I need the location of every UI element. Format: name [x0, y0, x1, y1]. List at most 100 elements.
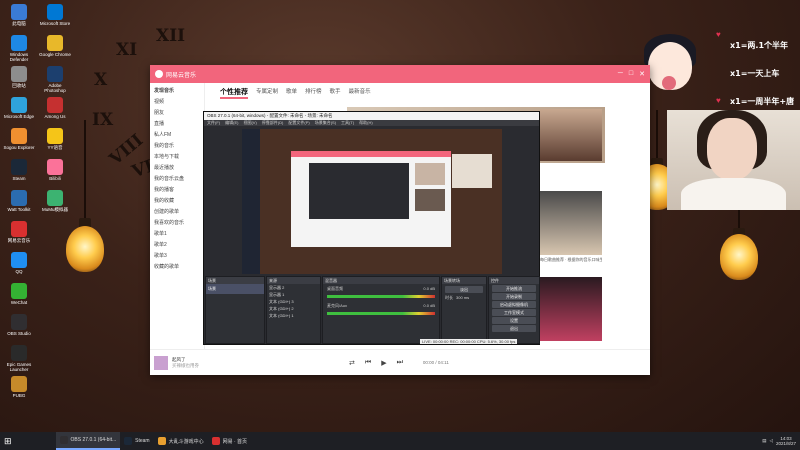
sidebar-item[interactable]: 歌单3	[154, 251, 204, 262]
playlist-cover[interactable]	[540, 191, 602, 255]
obs-menu-item[interactable]: 视图(V)	[243, 120, 256, 125]
sidebar-item[interactable]: 歌单1	[154, 229, 204, 240]
obs-control-button[interactable]: 启动虚拟摄像机	[492, 301, 536, 308]
network-icon[interactable]: ▤	[762, 438, 766, 444]
desktop-icon[interactable]: WeChat	[2, 283, 36, 305]
desktop-icon[interactable]: Microsoft Edge	[2, 97, 36, 119]
desktop-icon[interactable]: Bilibili	[38, 159, 72, 181]
minimize-icon[interactable]: ─	[618, 70, 623, 78]
obs-menu-item[interactable]: 停靠部件(D)	[262, 120, 284, 125]
obs-control-button[interactable]: 退出	[492, 325, 536, 332]
music-tab[interactable]: 歌单	[286, 87, 297, 99]
shuffle-icon[interactable]: ⇄	[349, 359, 355, 367]
playlist-caption: 每日歌曲推荐 · 根据你的音乐口味生成	[540, 257, 602, 262]
music-tab[interactable]: 歌手	[330, 87, 341, 99]
netease-logo-icon	[155, 70, 163, 78]
desktop-icon[interactable]: QQ	[2, 252, 36, 274]
obs-control-button[interactable]: 开始推流	[492, 285, 536, 292]
app-icon	[11, 159, 27, 175]
sidebar-item[interactable]: 我的收藏	[154, 196, 204, 207]
app-icon	[157, 437, 166, 445]
volume-icon[interactable]: ◁	[770, 438, 773, 444]
duration-input[interactable]: 300 ms	[456, 295, 469, 301]
app-icon	[11, 66, 27, 82]
obs-menu-item[interactable]: 帮助(H)	[359, 120, 373, 125]
start-button[interactable]: ⊞	[0, 432, 16, 450]
obs-menu-item[interactable]: 配置文件(P)	[288, 120, 309, 125]
scene-item[interactable]: 场景	[206, 284, 264, 294]
source-item[interactable]: 显示器 2	[267, 284, 320, 291]
desktop-icon[interactable]: Adobe Photoshop	[38, 66, 72, 93]
sidebar-item[interactable]: 发现音乐	[154, 86, 204, 97]
desktop-icon[interactable]: Windows Defender	[2, 35, 36, 62]
sidebar-item[interactable]: 收藏的歌单	[154, 262, 204, 273]
volume-slider[interactable]	[327, 295, 435, 298]
desktop-icon[interactable]: 回收站	[2, 66, 36, 88]
desktop-icon[interactable]: Watt Toolkit	[2, 190, 36, 212]
sidebar-item[interactable]: 直播	[154, 119, 204, 130]
sidebar-item[interactable]: 歌单2	[154, 240, 204, 251]
obs-menu-item[interactable]: 场景集合(S)	[315, 120, 336, 125]
desktop-icon[interactable]: Steam	[2, 159, 36, 181]
tray-date[interactable]: 2021/8/27	[776, 441, 796, 446]
desktop-icon[interactable]: 此电脑	[2, 4, 36, 26]
music-tab[interactable]: 个性推荐	[220, 87, 248, 99]
desktop-icon-label: 网易云音乐	[7, 238, 31, 243]
source-item[interactable]: 文本 (GDI+) 3	[267, 298, 320, 305]
volume-slider[interactable]	[327, 312, 435, 315]
next-icon[interactable]: ⏭	[397, 359, 403, 367]
transition-select[interactable]: 淡出	[445, 286, 483, 293]
desktop-icon[interactable]: Epic Games Launcher	[2, 345, 36, 372]
desktop-icon[interactable]: Sogou Explorer	[2, 128, 36, 150]
album-art[interactable]	[154, 355, 168, 370]
music-tab[interactable]: 最新音乐	[349, 87, 371, 99]
desktop-icon[interactable]: PUBG	[2, 376, 36, 398]
sidebar-item[interactable]: 朋友	[154, 108, 204, 119]
taskbar-item[interactable]: Steam	[120, 432, 153, 450]
sidebar-item[interactable]: 本地与下载	[154, 152, 204, 163]
obs-control-button[interactable]: 设置	[492, 317, 536, 324]
desktop-icon[interactable]: Google Chrome	[38, 35, 72, 57]
taskbar-item[interactable]: OBS 27.0.1 (64-bit...	[55, 432, 121, 450]
obs-control-button[interactable]: 工作室模式	[492, 309, 536, 316]
app-icon	[11, 376, 27, 392]
sidebar-item[interactable]: 创建的歌单	[154, 207, 204, 218]
music-tab[interactable]: 排行榜	[305, 87, 322, 99]
source-item[interactable]: 显示器 1	[267, 291, 320, 298]
app-icon	[124, 437, 133, 445]
playlist-cover[interactable]	[540, 277, 602, 341]
desktop-icon[interactable]: Microsoft Store	[38, 4, 72, 26]
obs-control-button[interactable]: 开始录制	[492, 293, 536, 300]
desktop-icon[interactable]: 网易云音乐	[2, 221, 36, 243]
previous-icon[interactable]: ⏮	[365, 359, 371, 367]
music-tab[interactable]: 专属定制	[256, 87, 278, 99]
obs-menu-item[interactable]: 文件(F)	[207, 120, 220, 125]
taskbar-item[interactable]: 大乱斗游戏中心	[154, 432, 208, 450]
source-item[interactable]: 文本 (GDI+) 1	[267, 312, 320, 319]
sidebar-item[interactable]: 我的播客	[154, 185, 204, 196]
desktop-icon[interactable]: YY语音	[38, 128, 72, 150]
sidebar-item[interactable]: 我的音乐云盘	[154, 174, 204, 185]
desktop-icon-label: Google Chrome	[39, 52, 71, 57]
sidebar-item[interactable]: 最近播放	[154, 163, 204, 174]
sidebar-item[interactable]: 我的音乐	[154, 141, 204, 152]
clock-numeral: XII	[156, 26, 186, 46]
obs-menu-item[interactable]: 编辑(E)	[225, 120, 238, 125]
desktop-icon[interactable]: OBS Studio	[2, 314, 36, 336]
maximize-icon[interactable]: □	[629, 70, 633, 78]
desktop-icon[interactable]: MuMu模拟器	[38, 190, 72, 212]
obs-menu-item[interactable]: 工具(T)	[341, 120, 354, 125]
obs-window[interactable]: OBS 27.0.1 (64-bit, windows) - 配置文件: 未命名…	[203, 111, 540, 345]
desktop-icon[interactable]: Among Us	[38, 97, 72, 119]
desktop-icon-label: Bilibili	[49, 176, 61, 181]
close-icon[interactable]: ✕	[639, 70, 645, 78]
source-item[interactable]: 文本 (GDI+) 2	[267, 305, 320, 312]
taskbar-item[interactable]: 网易 · 首页	[208, 432, 251, 450]
sidebar-item[interactable]: 我喜欢的音乐	[154, 218, 204, 229]
app-icon	[59, 436, 68, 444]
sidebar-item[interactable]: 私人FM	[154, 130, 204, 141]
sidebar-item[interactable]: 视频	[154, 97, 204, 108]
obs-preview-canvas[interactable]	[242, 129, 502, 274]
playlist-cover[interactable]	[540, 109, 602, 161]
play-icon[interactable]: ▶	[381, 359, 386, 367]
